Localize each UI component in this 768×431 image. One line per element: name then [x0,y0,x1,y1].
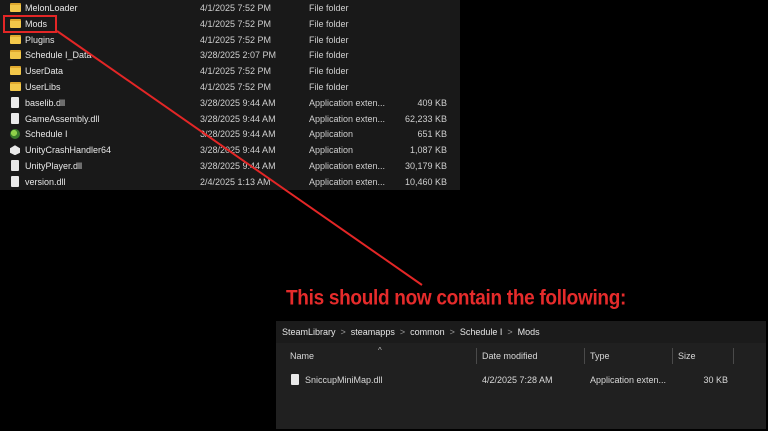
file-type: File folder [309,50,349,61]
file-size: 1,087 KB [409,145,447,156]
file-name: MelonLoader [25,3,78,13]
file-row[interactable]: GameAssembly.dll 3/28/2025 9:44 AM Applica… [0,111,460,127]
app-icon [10,129,20,140]
column-header-size[interactable]: Size [678,346,696,366]
file-name: UserLibs [25,82,61,92]
file-date: 3/28/2025 2:07 PM [200,50,277,61]
file-row[interactable]: Schedule I 3/28/2025 9:44 AM Application 65… [0,126,460,142]
file-name: SniccupMiniMap.dll [305,375,383,385]
breadcrumb-item[interactable]: SteamLibrary [282,327,336,337]
sort-ascending-icon: ^ [378,346,382,355]
file-row[interactable]: baselib.dll 3/28/2025 9:44 AM Application … [0,95,460,111]
file-row[interactable]: UserData 4/1/2025 7:52 PM File folder [0,63,460,79]
file-type: File folder [309,82,349,92]
file-name: baselib.dll [25,97,66,108]
file-row[interactable]: UnityCrashHandler64 3/28/2025 9:44 AM Appl… [0,142,460,158]
file-type: Application [309,129,354,140]
folder-icon [10,82,21,91]
file-date: 4/1/2025 7:52 PM [200,66,272,77]
dll-file-icon [291,374,299,385]
mods-folder-window: SteamLibrary > steamapps > common > Schedule I… [274,319,768,431]
file-type: Application exten... [309,176,386,187]
file-size: 651 KB [417,129,447,140]
file-size: 10,460 KB [404,176,447,187]
column-header-date[interactable]: Date modified [482,346,538,366]
file-row[interactable]: Schedule I_Data 3/28/2025 2:07 PM File fol… [0,47,460,63]
breadcrumb-item[interactable]: common [410,327,445,337]
file-size: 30 KB [703,375,728,385]
folder-icon [10,34,21,44]
file-date: 3/28/2025 9:44 AM [200,97,276,108]
file-date: 3/28/2025 9:44 AM [200,113,276,124]
file-type: File folder [309,66,349,77]
file-type: Application exten... [309,113,386,124]
breadcrumb-separator-icon: > [507,327,513,337]
file-row[interactable]: MelonLoader 4/1/2025 7:52 PM File folder [0,0,460,16]
file-name: GameAssembly.dll [25,113,100,124]
file-row[interactable]: Plugins 4/1/2025 7:52 PM File folder [0,32,460,48]
file-row[interactable]: UserLibs 4/1/2025 7:52 PM File folder [0,79,460,95]
file-row[interactable]: version.dll 2/4/2025 1:13 AM Application e… [0,174,460,190]
file-type: Application exten... [590,375,667,385]
breadcrumb-item[interactable]: steamapps [351,327,395,337]
column-divider[interactable] [733,348,734,364]
file-listing: MelonLoader 4/1/2025 7:52 PM File folder Mo… [0,0,460,190]
folder-icon [10,50,21,60]
file-type: File folder [309,18,349,29]
file-name: Plugins [25,34,55,45]
file-type: File folder [309,3,349,13]
file-name: UnityCrashHandler64 [25,145,112,156]
file-date: 4/2/2025 7:28 AM [482,375,553,385]
column-divider[interactable] [476,348,477,364]
column-header-name[interactable]: Name [290,346,314,366]
breadcrumb-item[interactable]: Schedule I [460,327,503,337]
file-type: Application [309,145,354,156]
file-size: 409 KB [417,97,447,108]
file-date: 4/1/2025 7:52 PM [200,82,272,92]
file-type: Application exten... [309,161,386,171]
folder-icon [10,66,21,76]
breadcrumb-separator-icon: > [399,327,406,337]
file-date: 3/28/2025 9:44 AM [200,129,276,140]
dll-file-icon [11,96,19,108]
breadcrumb-separator-icon: > [449,327,455,337]
breadcrumb-item[interactable]: Mods [518,327,540,337]
column-header-row: Name ^ Date modified Type Size [276,346,766,366]
file-type: Application exten... [309,97,386,108]
file-date: 4/1/2025 7:52 PM [200,18,272,29]
file-date: 4/1/2025 7:52 PM [200,3,272,13]
dll-file-icon [11,112,19,124]
file-name: UnityPlayer.dll [25,161,83,171]
unity-icon [10,145,20,156]
column-divider[interactable] [672,348,673,364]
file-row-sniccupminimap[interactable]: SniccupMiniMap.dll 4/2/2025 7:28 AM Appl… [276,371,766,389]
file-name: Schedule I [25,129,68,140]
file-row[interactable]: UnityPlayer.dll 3/28/2025 9:44 AM Applicat… [0,158,460,174]
breadcrumb-separator-icon: > [340,327,346,337]
mods-highlight-box [3,15,57,33]
file-date: 4/1/2025 7:52 PM [200,34,272,45]
file-name: UserData [25,66,64,77]
file-date: 3/28/2025 9:44 AM [200,161,276,171]
dll-file-icon [11,175,19,187]
file-row[interactable]: Mods 4/1/2025 7:52 PM File folder [0,16,460,32]
callout-text: This should now contain the following: [286,287,627,311]
folder-icon [10,3,21,12]
file-size: 62,233 KB [404,113,447,124]
file-name: Schedule I_Data [25,50,92,61]
file-date: 2/4/2025 1:13 AM [200,176,271,187]
file-date: 3/28/2025 9:44 AM [200,145,276,156]
file-type: File folder [309,34,349,45]
file-name: version.dll [25,176,66,187]
breadcrumb: SteamLibrary > steamapps > common > Schedule I… [276,321,766,343]
file-size: 30,179 KB [404,161,447,171]
column-header-type[interactable]: Type [590,346,610,366]
dll-file-icon [11,160,19,171]
column-divider[interactable] [584,348,585,364]
